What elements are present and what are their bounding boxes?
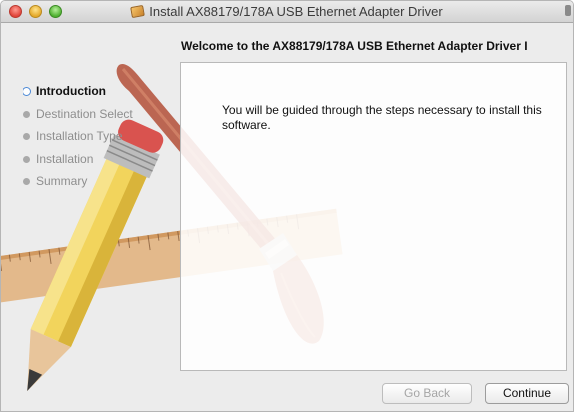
- step-bullet-icon: [23, 155, 30, 163]
- step-summary: Summary: [23, 173, 147, 196]
- step-bullet-icon: [23, 110, 30, 118]
- step-installation-type: Installation Type: [23, 128, 147, 151]
- package-icon: [130, 4, 146, 19]
- window-title: Install AX88179/178A USB Ethernet Adapte…: [149, 4, 443, 19]
- step-label: Summary: [36, 174, 88, 188]
- content-panel: You will be guided through the steps nec…: [180, 62, 567, 371]
- step-bullet-icon: [23, 178, 30, 185]
- step-label: Installation Type: [36, 129, 123, 143]
- continue-button[interactable]: Continue: [485, 383, 569, 404]
- step-label: Installation: [36, 151, 94, 166]
- step-bullet-icon: [23, 133, 30, 140]
- step-installation: Installation: [23, 151, 147, 174]
- step-active-indicator-icon: [23, 87, 31, 96]
- page-heading: Welcome to the AX88179/178A USB Ethernet…: [181, 39, 528, 53]
- step-label: Introduction: [36, 84, 106, 98]
- installer-window: Install AX88179/178A USB Ethernet Adapte…: [0, 0, 574, 412]
- installer-steps-list: Introduction Destination Select Installa…: [23, 83, 147, 196]
- step-introduction: Introduction: [23, 83, 147, 106]
- go-back-button[interactable]: Go Back: [382, 383, 472, 404]
- step-destination-select: Destination Select: [23, 106, 147, 129]
- intro-message: You will be guided through the steps nec…: [222, 103, 542, 132]
- title-bar[interactable]: Install AX88179/178A USB Ethernet Adapte…: [1, 1, 573, 23]
- step-label: Destination Select: [36, 106, 133, 121]
- lock-icon: [565, 5, 571, 16]
- window-title-wrap: Install AX88179/178A USB Ethernet Adapte…: [1, 4, 573, 19]
